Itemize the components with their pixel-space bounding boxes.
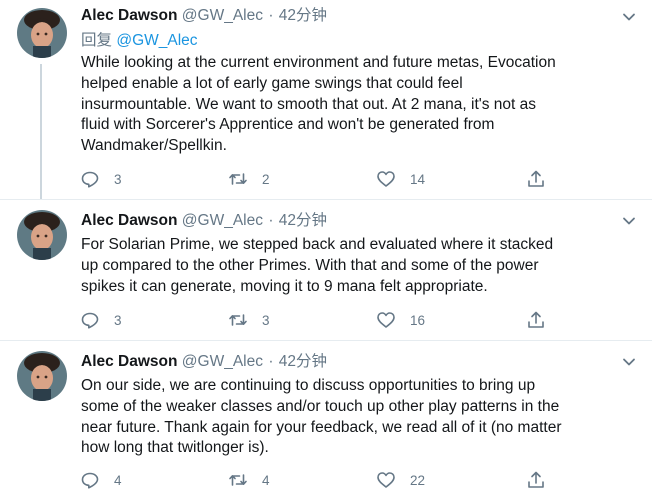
retweet-button[interactable]: 3 [228, 309, 270, 331]
retweet-count: 2 [262, 171, 270, 187]
like-count: 16 [410, 312, 426, 328]
timestamp[interactable]: 42分钟 [279, 212, 327, 229]
thread-line [40, 64, 42, 199]
timestamp[interactable]: 42分钟 [279, 7, 327, 24]
display-name[interactable]: Alec Dawson [81, 212, 177, 229]
tweet-text: While looking at the current environment… [81, 54, 556, 155]
heart-icon [377, 472, 395, 488]
reply-count: 4 [114, 472, 122, 488]
reply-mention-link[interactable]: @GW_Alec [116, 32, 197, 49]
separator-dot: · [268, 212, 274, 229]
retweet-button[interactable]: 4 [228, 469, 270, 491]
tweet-actions: 3 3 16 [80, 309, 550, 331]
like-button[interactable]: 22 [376, 469, 425, 491]
user-handle[interactable]: @GW_Alec [182, 212, 263, 229]
share-button[interactable] [526, 309, 546, 331]
like-count: 14 [410, 171, 426, 187]
display-name[interactable]: Alec Dawson [81, 353, 177, 370]
reply-button[interactable]: 3 [80, 168, 122, 190]
chevron-down-icon [623, 13, 635, 21]
retweet-count: 3 [262, 312, 270, 328]
share-icon [528, 471, 544, 488]
tweet-actions: 4 4 22 [80, 469, 550, 491]
timestamp[interactable]: 42分钟 [279, 353, 327, 370]
tweet-header: Alec Dawson @GW_Alec · 42分钟 [81, 6, 327, 26]
tweet-header: Alec Dawson @GW_Alec · 42分钟 [81, 211, 327, 231]
user-handle[interactable]: @GW_Alec [182, 7, 263, 24]
retweet-count: 4 [262, 472, 270, 488]
replying-to: 回复 @GW_Alec [81, 31, 198, 51]
retweet-icon [229, 173, 247, 185]
chevron-down-icon [623, 358, 635, 366]
like-button[interactable]: 14 [376, 168, 425, 190]
tweet[interactable]: Alec Dawson @GW_Alec · 42分钟 回复 @GW_Alec … [0, 0, 652, 199]
reply-prefix: 回复 [81, 32, 113, 49]
share-button[interactable] [526, 168, 546, 190]
reply-button[interactable]: 3 [80, 309, 122, 331]
avatar[interactable] [17, 210, 67, 260]
chevron-down-icon [623, 217, 635, 225]
heart-icon [377, 171, 395, 187]
retweet-icon [229, 314, 247, 326]
reply-count: 3 [114, 312, 122, 328]
reply-button[interactable]: 4 [80, 469, 122, 491]
tweet-text: For Solarian Prime, we stepped back and … [81, 236, 554, 295]
more-options-button[interactable] [620, 8, 638, 26]
like-button[interactable]: 16 [376, 309, 425, 331]
display-name[interactable]: Alec Dawson [81, 7, 177, 24]
reply-icon [81, 312, 99, 329]
share-icon [528, 311, 544, 328]
tweet[interactable]: Alec Dawson @GW_Alec · 42分钟 On our side,… [0, 340, 652, 498]
separator-dot: · [268, 353, 274, 370]
retweet-icon [229, 474, 247, 486]
reply-icon [81, 472, 99, 489]
tweet-header: Alec Dawson @GW_Alec · 42分钟 [81, 352, 327, 372]
tweet-text: On our side, we are continuing to discus… [81, 377, 562, 457]
separator-dot: · [268, 7, 274, 24]
heart-icon [377, 312, 395, 328]
share-button[interactable] [526, 469, 546, 491]
reply-count: 3 [114, 171, 122, 187]
share-icon [528, 170, 544, 187]
more-options-button[interactable] [620, 353, 638, 371]
retweet-button[interactable]: 2 [228, 168, 270, 190]
avatar[interactable] [17, 351, 67, 401]
reply-icon [81, 171, 99, 188]
like-count: 22 [410, 472, 426, 488]
tweet-actions: 3 2 14 [80, 168, 550, 190]
tweet[interactable]: Alec Dawson @GW_Alec · 42分钟 For Solarian… [0, 199, 652, 340]
more-options-button[interactable] [620, 212, 638, 230]
user-handle[interactable]: @GW_Alec [182, 353, 263, 370]
avatar[interactable] [17, 8, 67, 58]
